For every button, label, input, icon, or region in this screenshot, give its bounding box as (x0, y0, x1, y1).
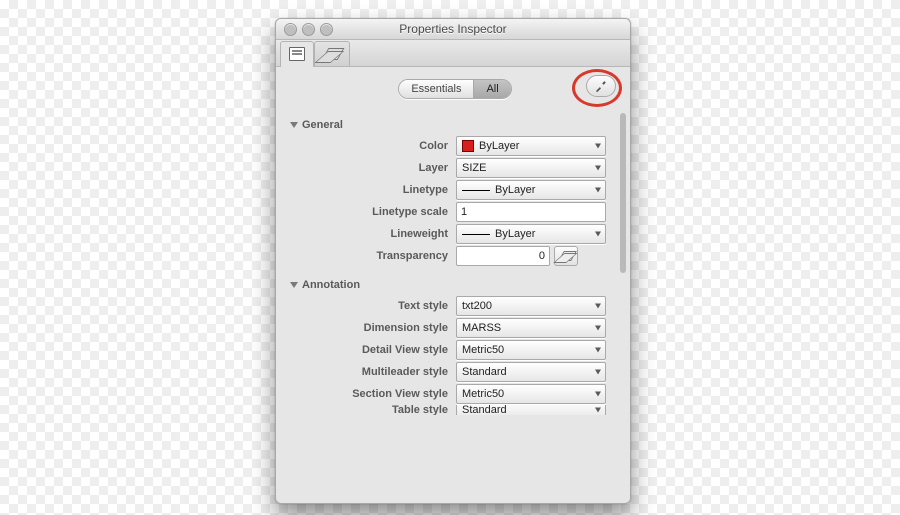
disclosure-triangle-icon (290, 122, 298, 128)
linetype-scale-value: 1 (461, 206, 467, 218)
inspector-tabstrip (276, 40, 630, 67)
color-select[interactable]: ByLayer (456, 136, 606, 156)
row-text-style: Text style txt200 (290, 295, 626, 317)
mode-segmented-control: Essentials All (398, 79, 511, 99)
tab-layer-properties[interactable] (314, 41, 350, 66)
disclosure-triangle-icon (290, 282, 298, 288)
chevron-down-icon (595, 232, 601, 237)
layer-stack-icon (323, 48, 341, 60)
transparency-value: 0 (539, 250, 545, 262)
row-color: Color ByLayer (290, 135, 626, 157)
label-lineweight: Lineweight (290, 228, 456, 240)
dimension-style-select[interactable]: MARSS (456, 318, 606, 338)
table-style-select[interactable]: Standard (456, 405, 606, 415)
linetype-value: ByLayer (495, 184, 535, 196)
chevron-down-icon (595, 144, 601, 149)
transparency-bylayer-button[interactable] (554, 246, 578, 266)
properties-scroll-area[interactable]: General Color ByLayer Layer (290, 113, 626, 499)
row-linetype-scale: Linetype scale 1 (290, 201, 626, 223)
label-detail-view-style: Detail View style (290, 344, 456, 356)
row-section-view-style: Section View style Metric50 (290, 383, 626, 405)
layer-select[interactable]: SIZE (456, 158, 606, 178)
label-text-style: Text style (290, 300, 456, 312)
dimension-style-value: MARSS (462, 322, 501, 334)
chevron-down-icon (595, 392, 601, 397)
table-style-value: Standard (462, 405, 507, 415)
group-general-header[interactable]: General (290, 119, 626, 131)
lineweight-select[interactable]: ByLayer (456, 224, 606, 244)
label-color: Color (290, 140, 456, 152)
chevron-down-icon (595, 188, 601, 193)
chevron-down-icon (595, 408, 601, 413)
detail-view-style-value: Metric50 (462, 344, 504, 356)
row-detail-view-style: Detail View style Metric50 (290, 339, 626, 361)
mode-all-button[interactable]: All (473, 80, 510, 98)
group-annotation: Annotation Text style txt200 Dimension s… (290, 279, 626, 415)
tab-quick-properties[interactable] (280, 41, 314, 66)
linetype-scale-input[interactable]: 1 (456, 202, 606, 222)
linetype-select[interactable]: ByLayer (456, 180, 606, 200)
row-transparency: Transparency 0 (290, 245, 626, 267)
eyedropper-icon (594, 79, 608, 93)
group-annotation-header[interactable]: Annotation (290, 279, 626, 291)
mode-segment-row: Essentials All (290, 79, 620, 99)
label-layer: Layer (290, 162, 456, 174)
chevron-down-icon (595, 166, 601, 171)
quick-properties-icon (289, 47, 305, 61)
row-multileader-style: Multileader style Standard (290, 361, 626, 383)
text-style-value: txt200 (462, 300, 492, 312)
transparency-input[interactable]: 0 (456, 246, 550, 266)
row-dimension-style: Dimension style MARSS (290, 317, 626, 339)
row-layer: Layer SIZE (290, 157, 626, 179)
color-swatch-icon (462, 140, 474, 152)
label-table-style: Table style (290, 405, 456, 415)
multileader-style-value: Standard (462, 366, 507, 378)
section-view-style-select[interactable]: Metric50 (456, 384, 606, 404)
color-value: ByLayer (479, 140, 519, 152)
properties-inspector-window: Properties Inspector Essentials All (275, 18, 631, 504)
lineweight-value: ByLayer (495, 228, 535, 240)
titlebar: Properties Inspector (276, 19, 630, 40)
chevron-down-icon (595, 348, 601, 353)
chevron-down-icon (595, 370, 601, 375)
group-general: General Color ByLayer Layer (290, 119, 626, 267)
detail-view-style-select[interactable]: Metric50 (456, 340, 606, 360)
text-style-select[interactable]: txt200 (456, 296, 606, 316)
layer-value: SIZE (462, 162, 486, 174)
multileader-style-select[interactable]: Standard (456, 362, 606, 382)
chevron-down-icon (595, 326, 601, 331)
mode-essentials-button[interactable]: Essentials (399, 80, 473, 98)
label-linetype: Linetype (290, 184, 456, 196)
group-general-title: General (302, 119, 343, 131)
layer-stack-icon (559, 251, 573, 261)
scrollbar[interactable] (620, 113, 626, 273)
label-dimension-style: Dimension style (290, 322, 456, 334)
group-annotation-title: Annotation (302, 279, 360, 291)
quick-select-button[interactable] (586, 75, 616, 97)
chevron-down-icon (595, 304, 601, 309)
label-linetype-scale: Linetype scale (290, 206, 456, 218)
lineweight-sample-icon (462, 234, 490, 235)
window-title: Properties Inspector (276, 22, 630, 36)
inspector-body: Essentials All General Color (276, 67, 630, 503)
row-lineweight: Lineweight ByLayer (290, 223, 626, 245)
linetype-sample-icon (462, 190, 490, 191)
label-section-view-style: Section View style (290, 388, 456, 400)
row-table-style: Table style Standard (290, 405, 626, 415)
label-transparency: Transparency (290, 250, 456, 262)
section-view-style-value: Metric50 (462, 388, 504, 400)
row-linetype: Linetype ByLayer (290, 179, 626, 201)
label-multileader-style: Multileader style (290, 366, 456, 378)
